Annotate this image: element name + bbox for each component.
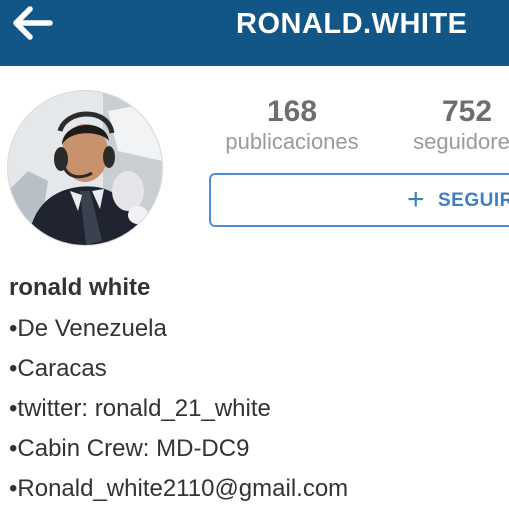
- bio-line-city: •Caracas: [9, 355, 107, 382]
- bio-line-job: •Cabin Crew: MD-DC9: [9, 435, 250, 462]
- profile-username: RONALD.WHITE: [236, 8, 468, 40]
- followers-count: 752: [441, 95, 493, 128]
- followers-stat[interactable]: 752 seguidores: [392, 96, 509, 156]
- avatar[interactable]: [8, 91, 162, 245]
- profile-full-name: ronald white: [9, 274, 151, 301]
- posts-count: 168: [266, 95, 318, 128]
- bio-line-email: •Ronald_white2110@gmail.com: [9, 475, 349, 502]
- bio-line-country: •De Venezuela: [9, 315, 167, 342]
- posts-label: publicaciones: [225, 129, 359, 154]
- arrow-left-icon: [13, 6, 53, 40]
- bio-line-twitter: •twitter: ronald_21_white: [9, 395, 271, 422]
- plus-icon: +: [407, 183, 425, 216]
- follow-button-label: SEGUIR: [438, 190, 509, 211]
- profile-photo: [8, 91, 162, 245]
- posts-stat: 168 publicaciones: [213, 96, 371, 156]
- back-button[interactable]: [10, 2, 56, 44]
- top-nav-bar: RONALD.WHITE: [0, 0, 509, 66]
- followers-label: seguidores: [413, 129, 509, 154]
- follow-button[interactable]: + SEGUIR: [209, 173, 509, 227]
